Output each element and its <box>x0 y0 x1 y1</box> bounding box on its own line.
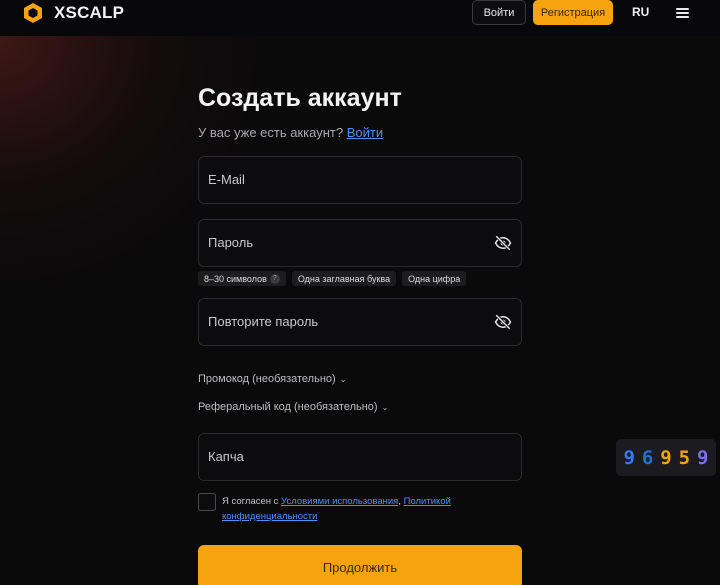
referral-code-toggle[interactable]: Реферальный код (необязательно) ⌄ <box>198 401 388 413</box>
repeat-password-placeholder: Повторите пароль <box>208 314 319 329</box>
have-account-label: У вас уже есть аккаунт? <box>198 125 344 140</box>
help-icon[interactable]: ? <box>269 273 280 284</box>
terms-link[interactable]: Условиями использования <box>281 496 398 507</box>
captcha-digit: 9 <box>623 446 635 469</box>
top-navbar: XSCALP Войти Регистрация RU <box>0 0 720 36</box>
agree-text: Я согласен с Условиями использования, По… <box>222 496 451 522</box>
captcha-placeholder: Капча <box>208 449 244 464</box>
xscalp-logo-icon[interactable] <box>22 2 44 24</box>
repeat-password-field[interactable]: Повторите пароль <box>198 298 522 346</box>
requirement-digit: Одна цифра <box>408 273 461 284</box>
hamburger-menu-icon[interactable] <box>676 8 689 18</box>
password-requirements: 8–30 символов ? Одна заглавная буква Одн… <box>198 271 467 286</box>
eye-off-icon[interactable] <box>494 234 512 252</box>
language-selector[interactable]: RU <box>632 5 649 19</box>
requirement-length: 8–30 символов <box>204 273 267 284</box>
login-link[interactable]: Войти <box>347 125 383 140</box>
captcha-image[interactable]: 9 6 9 5 9 <box>616 439 716 476</box>
continue-button[interactable]: Продолжить <box>198 545 522 585</box>
captcha-field[interactable]: Капча 9 6 9 5 9 <box>198 433 716 481</box>
password-field[interactable]: Пароль <box>198 219 522 267</box>
requirement-chip: Одна заглавная буква <box>291 271 397 286</box>
agree-checkbox[interactable] <box>198 493 216 511</box>
chevron-down-icon: ⌄ <box>339 374 347 384</box>
requirement-chip: 8–30 символов ? <box>198 271 286 286</box>
brand-name[interactable]: XSCALP <box>54 3 124 23</box>
promo-code-toggle[interactable]: Промокод (необязательно) ⌄ <box>198 373 346 385</box>
captcha-digit: 6 <box>641 446 654 469</box>
page-title: Создать аккаунт <box>198 84 402 112</box>
email-placeholder: E-Mail <box>208 172 245 187</box>
login-button[interactable]: Войти <box>472 0 526 25</box>
password-placeholder: Пароль <box>208 235 254 250</box>
requirement-chip: Одна цифра <box>402 271 467 286</box>
captcha-digit: 5 <box>678 446 691 469</box>
captcha-digit: 9 <box>697 446 709 469</box>
agree-prefix: Я согласен с <box>222 496 279 507</box>
have-account-text: У вас уже есть аккаунт? Войти <box>198 125 383 140</box>
referral-code-label: Реферальный код (необязательно) <box>198 401 378 413</box>
promo-code-label: Промокод (необязательно) <box>198 373 336 385</box>
requirement-uppercase: Одна заглавная буква <box>297 273 391 284</box>
captcha-digit: 9 <box>660 446 672 469</box>
eye-off-icon[interactable] <box>494 313 512 331</box>
email-field[interactable]: E-Mail <box>198 156 522 204</box>
chevron-down-icon: ⌄ <box>381 402 389 412</box>
register-button[interactable]: Регистрация <box>533 0 613 25</box>
